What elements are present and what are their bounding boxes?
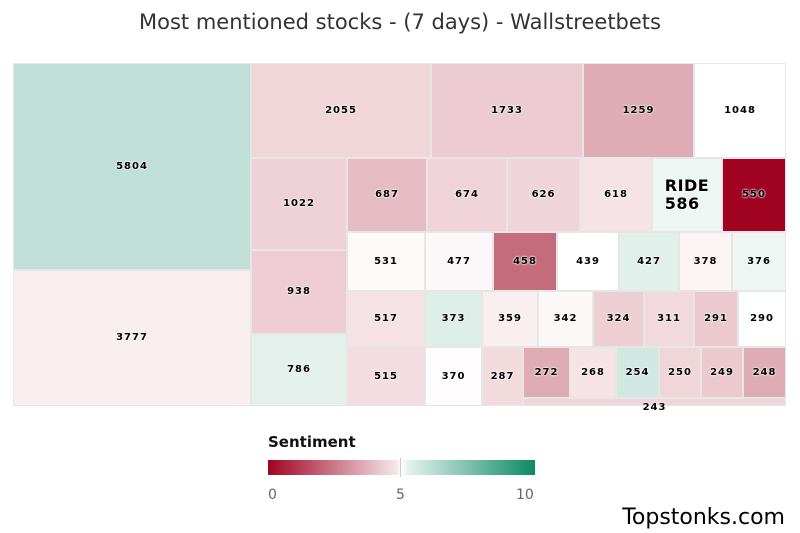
treemap-cell[interactable]: 359 bbox=[482, 291, 538, 347]
cell-label: 2055 bbox=[325, 104, 357, 116]
treemap-cell[interactable]: 243 bbox=[523, 398, 786, 413]
treemap-cell[interactable]: 531 bbox=[347, 232, 425, 291]
cell-label: 243 bbox=[642, 401, 667, 413]
treemap-cell[interactable]: 254 bbox=[616, 347, 659, 398]
treemap-cell[interactable]: 311 bbox=[644, 291, 694, 347]
treemap-cell[interactable]: 376 bbox=[732, 232, 786, 291]
cell-label: 373 bbox=[441, 313, 466, 325]
cell-label: 378 bbox=[693, 255, 718, 267]
cell-label: 1022 bbox=[283, 198, 315, 210]
cell-label: 458 bbox=[513, 255, 537, 267]
treemap-cell[interactable]: 1259 bbox=[583, 63, 694, 158]
cell-label: 370 bbox=[441, 370, 466, 382]
treemap-cell[interactable]: 477 bbox=[425, 232, 493, 291]
cell-label: 254 bbox=[625, 366, 650, 378]
cell-label: 376 bbox=[747, 255, 771, 267]
treemap-cell[interactable]: 687 bbox=[347, 158, 427, 232]
legend-tick: 10 bbox=[516, 487, 534, 503]
treemap-cell[interactable]: 427 bbox=[619, 232, 679, 291]
cell-label: 311 bbox=[657, 313, 681, 325]
cell-label: 477 bbox=[447, 255, 471, 267]
cell-label: 272 bbox=[534, 366, 559, 378]
treemap-cell[interactable]: 674 bbox=[427, 158, 507, 232]
treemap-cell[interactable]: 378 bbox=[679, 232, 732, 291]
treemap-cell[interactable]: 291 bbox=[694, 291, 738, 347]
cell-label: 268 bbox=[581, 366, 605, 378]
treemap-cell[interactable]: 342 bbox=[538, 291, 593, 347]
cell-label: 291 bbox=[704, 313, 728, 325]
cell-label: 439 bbox=[576, 255, 600, 267]
treemap-cell[interactable]: 1022 bbox=[251, 158, 347, 250]
cell-label: 250 bbox=[668, 366, 692, 378]
color-scale-marker bbox=[400, 458, 401, 477]
cell-label: 1733 bbox=[491, 104, 523, 116]
treemap-cell[interactable]: 370 bbox=[425, 347, 482, 406]
cell-label: 324 bbox=[606, 313, 631, 325]
treemap-cell[interactable]: 2055 bbox=[251, 63, 431, 158]
cell-label: 674 bbox=[455, 189, 479, 201]
cell-label: 3777 bbox=[116, 332, 148, 344]
cell-label: 687 bbox=[375, 189, 399, 201]
treemap-cell[interactable]: 290 bbox=[738, 291, 786, 347]
treemap-cell[interactable]: 3777 bbox=[13, 270, 251, 406]
legend-title: Sentiment bbox=[268, 433, 356, 451]
treemap-cell[interactable]: 249 bbox=[701, 347, 743, 398]
treemap-cell[interactable]: 439 bbox=[557, 232, 619, 291]
color-scale-bar bbox=[268, 460, 535, 475]
treemap-cell[interactable]: 517 bbox=[347, 291, 425, 347]
cell-label: 1048 bbox=[724, 104, 756, 116]
treemap-cell[interactable]: 458 bbox=[493, 232, 557, 291]
treemap-cell[interactable]: 250 bbox=[659, 347, 701, 398]
treemap-cell[interactable]: 515 bbox=[347, 347, 425, 406]
treemap-cell[interactable]: 272 bbox=[523, 347, 570, 398]
cell-label: 515 bbox=[374, 370, 398, 382]
cell-label: 1259 bbox=[622, 104, 655, 116]
cell-label: 531 bbox=[374, 255, 398, 267]
cell-label: 618 bbox=[604, 189, 628, 201]
treemap-cell[interactable]: 618 bbox=[580, 158, 652, 232]
treemap-cell[interactable]: 786 bbox=[251, 334, 347, 406]
cell-label: 5804 bbox=[116, 160, 148, 172]
cell-label: 359 bbox=[498, 313, 522, 325]
treemap-cell[interactable]: 268 bbox=[570, 347, 616, 398]
cell-label: 550 bbox=[742, 189, 766, 201]
treemap-cell[interactable]: 938 bbox=[251, 250, 347, 334]
treemap-cell[interactable]: RIDE 586 bbox=[652, 158, 722, 232]
treemap-cell[interactable]: 248 bbox=[743, 347, 786, 398]
cell-label: 517 bbox=[374, 313, 398, 325]
treemap-cell[interactable]: 1733 bbox=[431, 63, 583, 158]
cell-label: 342 bbox=[553, 313, 578, 325]
treemap: 5804 3777 2055 1733 1259 1048 1022 938 786 687 674… bbox=[0, 0, 800, 533]
treemap-cell[interactable]: 5804 bbox=[13, 63, 251, 270]
cell-label: 938 bbox=[287, 286, 311, 298]
treemap-cell[interactable]: 324 bbox=[593, 291, 644, 347]
cell-label: 626 bbox=[531, 189, 556, 201]
brand-watermark: Topstonks.com bbox=[622, 505, 785, 530]
legend-tick: 5 bbox=[396, 487, 405, 503]
cell-label: 427 bbox=[637, 255, 661, 267]
treemap-cell[interactable]: 373 bbox=[425, 291, 482, 347]
treemap-cell[interactable]: 550 bbox=[722, 158, 786, 232]
cell-label: 290 bbox=[750, 313, 774, 325]
treemap-cell[interactable]: 1048 bbox=[694, 63, 786, 158]
cell-label: 287 bbox=[490, 370, 515, 382]
cell-label: 249 bbox=[710, 366, 734, 378]
treemap-cell[interactable]: 626 bbox=[507, 158, 580, 232]
cell-label: RIDE 586 bbox=[664, 175, 710, 213]
cell-label: 248 bbox=[752, 366, 777, 378]
treemap-cell[interactable]: 287 bbox=[482, 347, 523, 406]
legend-tick: 0 bbox=[268, 487, 277, 503]
cell-label: 786 bbox=[287, 364, 311, 376]
